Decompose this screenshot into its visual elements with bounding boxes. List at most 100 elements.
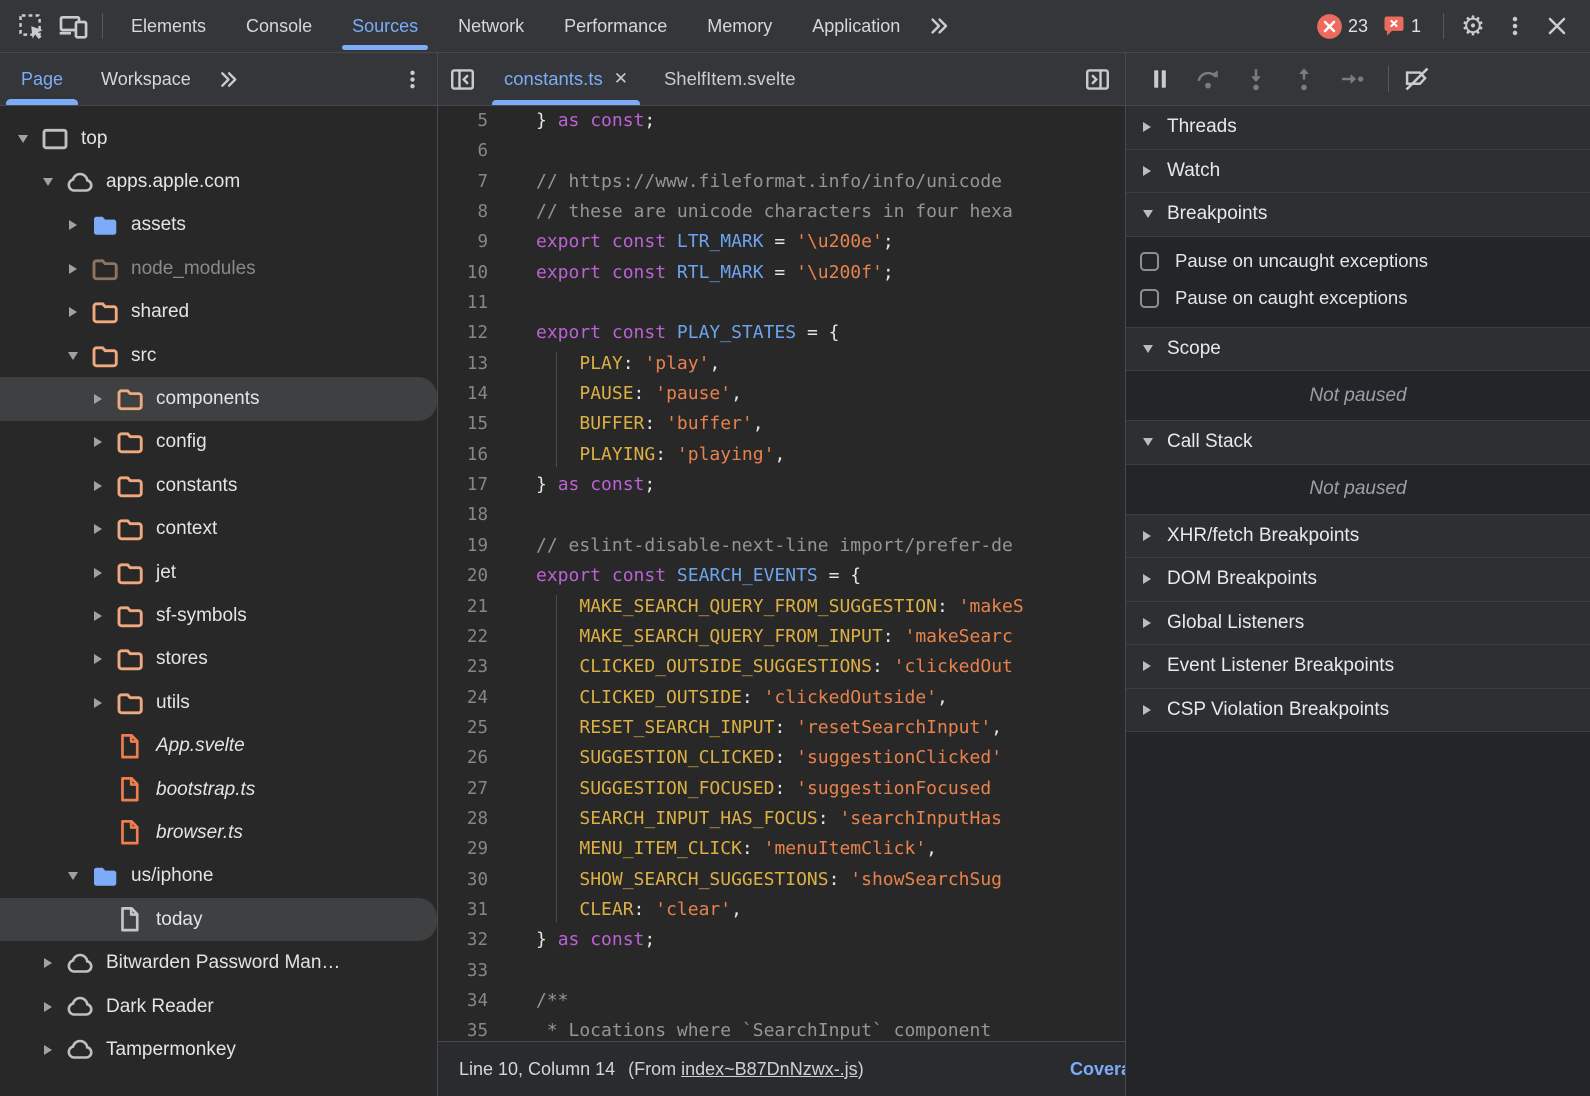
code-line[interactable]: 24 CLICKED_OUTSIDE: 'clickedOutside', <box>438 683 1125 713</box>
line-number[interactable]: 22 <box>438 622 510 652</box>
tree-item-apps-apple-com[interactable]: apps.apple.com <box>0 160 437 203</box>
line-number[interactable]: 10 <box>438 258 510 288</box>
section-header-global-listeners[interactable]: Global Listeners <box>1126 602 1590 646</box>
tree-item-today[interactable]: today <box>0 898 437 941</box>
console-errors-badge[interactable]: 23 <box>1316 13 1368 40</box>
tab-memory[interactable]: Memory <box>687 0 792 52</box>
code-line[interactable]: 5} as const; <box>438 106 1125 136</box>
line-number[interactable]: 29 <box>438 834 510 864</box>
tree-item-jet[interactable]: jet <box>0 551 437 594</box>
code-line[interactable]: 20export const SEARCH_EVENTS = { <box>438 561 1125 591</box>
section-header-call-stack[interactable]: Call Stack <box>1126 421 1590 465</box>
chevron-right-icon[interactable] <box>62 264 84 274</box>
navigator-tab-page[interactable]: Page <box>2 53 82 105</box>
chevron-right-icon[interactable] <box>37 1045 59 1055</box>
source-map-file-link[interactable]: index~B87DnNzwx-.js <box>681 1059 858 1079</box>
tree-item-node-modules[interactable]: node_modules <box>0 247 437 290</box>
editor-tab-constants-ts[interactable]: constants.ts✕ <box>486 53 646 105</box>
section-header-breakpoints[interactable]: Breakpoints <box>1126 193 1590 237</box>
line-number[interactable]: 18 <box>438 500 510 530</box>
line-number[interactable]: 9 <box>438 227 510 257</box>
line-number[interactable]: 25 <box>438 713 510 743</box>
code-line[interactable]: 22 MAKE_SEARCH_QUERY_FROM_INPUT: 'makeSe… <box>438 622 1125 652</box>
code-line[interactable]: 11 <box>438 288 1125 318</box>
code-line[interactable]: 23 CLICKED_OUTSIDE_SUGGESTIONS: 'clicked… <box>438 652 1125 682</box>
deactivate-breakpoints-icon[interactable] <box>1397 59 1437 99</box>
code-line[interactable]: 12export const PLAY_STATES = { <box>438 318 1125 348</box>
issues-badge[interactable]: 1 <box>1382 14 1421 38</box>
code-line[interactable]: 8// these are unicode characters in four… <box>438 197 1125 227</box>
code-line[interactable]: 14 PAUSE: 'pause', <box>438 379 1125 409</box>
line-number[interactable]: 11 <box>438 288 510 318</box>
tree-item-browser-ts[interactable]: browser.ts <box>0 811 437 854</box>
code-line[interactable]: 30 SHOW_SEARCH_SUGGESTIONS: 'showSearchS… <box>438 865 1125 895</box>
checkbox[interactable] <box>1140 289 1159 308</box>
pause-icon[interactable] <box>1140 59 1180 99</box>
more-navigator-tabs-icon[interactable] <box>210 58 248 100</box>
section-header-csp-violation-breakpoints[interactable]: CSP Violation Breakpoints <box>1126 689 1590 733</box>
tree-item-stores[interactable]: stores <box>0 638 437 681</box>
line-number[interactable]: 24 <box>438 683 510 713</box>
chevron-right-icon[interactable] <box>87 524 109 534</box>
tree-item-sf-symbols[interactable]: sf-symbols <box>0 594 437 637</box>
chevron-right-icon[interactable] <box>87 568 109 578</box>
section-header-xhr-fetch-breakpoints[interactable]: XHR/fetch Breakpoints <box>1126 515 1590 559</box>
chevron-down-icon[interactable] <box>37 178 59 186</box>
tree-item-src[interactable]: src <box>0 334 437 377</box>
code-line[interactable]: 17} as const; <box>438 470 1125 500</box>
close-tab-icon[interactable]: ✕ <box>614 69 628 89</box>
code-line[interactable]: 25 RESET_SEARCH_INPUT: 'resetSearchInput… <box>438 713 1125 743</box>
chevron-right-icon[interactable] <box>62 220 84 230</box>
line-number[interactable]: 12 <box>438 318 510 348</box>
line-number[interactable]: 33 <box>438 956 510 986</box>
tab-performance[interactable]: Performance <box>544 0 687 52</box>
tree-item-bitwarden-password-man-[interactable]: Bitwarden Password Man… <box>0 941 437 984</box>
line-number[interactable]: 23 <box>438 652 510 682</box>
line-number[interactable]: 15 <box>438 409 510 439</box>
code-editor[interactable]: 5} as const;67// https://www.fileformat.… <box>438 106 1125 1041</box>
chevron-right-icon[interactable] <box>87 437 109 447</box>
line-number[interactable]: 6 <box>438 136 510 166</box>
line-number[interactable]: 20 <box>438 561 510 591</box>
tab-elements[interactable]: Elements <box>111 0 226 52</box>
line-number[interactable]: 21 <box>438 592 510 622</box>
tree-item-shared[interactable]: shared <box>0 291 437 334</box>
code-line[interactable]: 29 MENU_ITEM_CLICK: 'menuItemClick', <box>438 834 1125 864</box>
chevron-right-icon[interactable] <box>87 394 109 404</box>
code-line[interactable]: 6 <box>438 136 1125 166</box>
device-toolbar-icon[interactable] <box>52 5 94 47</box>
section-header-threads[interactable]: Threads <box>1126 106 1590 150</box>
tree-item-config[interactable]: config <box>0 421 437 464</box>
code-line[interactable]: 18 <box>438 500 1125 530</box>
tree-item-top[interactable]: top <box>0 117 437 160</box>
code-line[interactable]: 9export const LTR_MARK = '\u200e'; <box>438 227 1125 257</box>
settings-gear-icon[interactable]: ⚙ <box>1452 5 1494 47</box>
line-number[interactable]: 34 <box>438 986 510 1016</box>
tree-item-app-svelte[interactable]: App.svelte <box>0 724 437 767</box>
code-line[interactable]: 19// eslint-disable-next-line import/pre… <box>438 531 1125 561</box>
chevron-down-icon[interactable] <box>12 135 34 143</box>
chevron-down-icon[interactable] <box>62 872 84 880</box>
section-header-dom-breakpoints[interactable]: DOM Breakpoints <box>1126 558 1590 602</box>
more-panels-icon[interactable] <box>920 5 958 47</box>
line-number[interactable]: 32 <box>438 925 510 955</box>
chevron-right-icon[interactable] <box>87 654 109 664</box>
tree-item-components[interactable]: components <box>0 377 437 420</box>
code-line[interactable]: 15 BUFFER: 'buffer', <box>438 409 1125 439</box>
line-number[interactable]: 19 <box>438 531 510 561</box>
tree-item-us-iphone[interactable]: us/iphone <box>0 855 437 898</box>
code-line[interactable]: 10export const RTL_MARK = '\u200f'; <box>438 258 1125 288</box>
line-number[interactable]: 7 <box>438 167 510 197</box>
chevron-right-icon[interactable] <box>87 611 109 621</box>
tab-console[interactable]: Console <box>226 0 332 52</box>
navigator-tab-workspace[interactable]: Workspace <box>82 53 210 105</box>
chevron-right-icon[interactable] <box>37 958 59 968</box>
line-number[interactable]: 17 <box>438 470 510 500</box>
line-number[interactable]: 30 <box>438 865 510 895</box>
editor-tab-shelfitem-svelte[interactable]: ShelfItem.svelte <box>646 53 814 105</box>
line-number[interactable]: 5 <box>438 106 510 136</box>
navigator-more-menu-icon[interactable] <box>391 58 433 100</box>
chevron-right-icon[interactable] <box>62 307 84 317</box>
tab-network[interactable]: Network <box>438 0 544 52</box>
line-number[interactable]: 31 <box>438 895 510 925</box>
